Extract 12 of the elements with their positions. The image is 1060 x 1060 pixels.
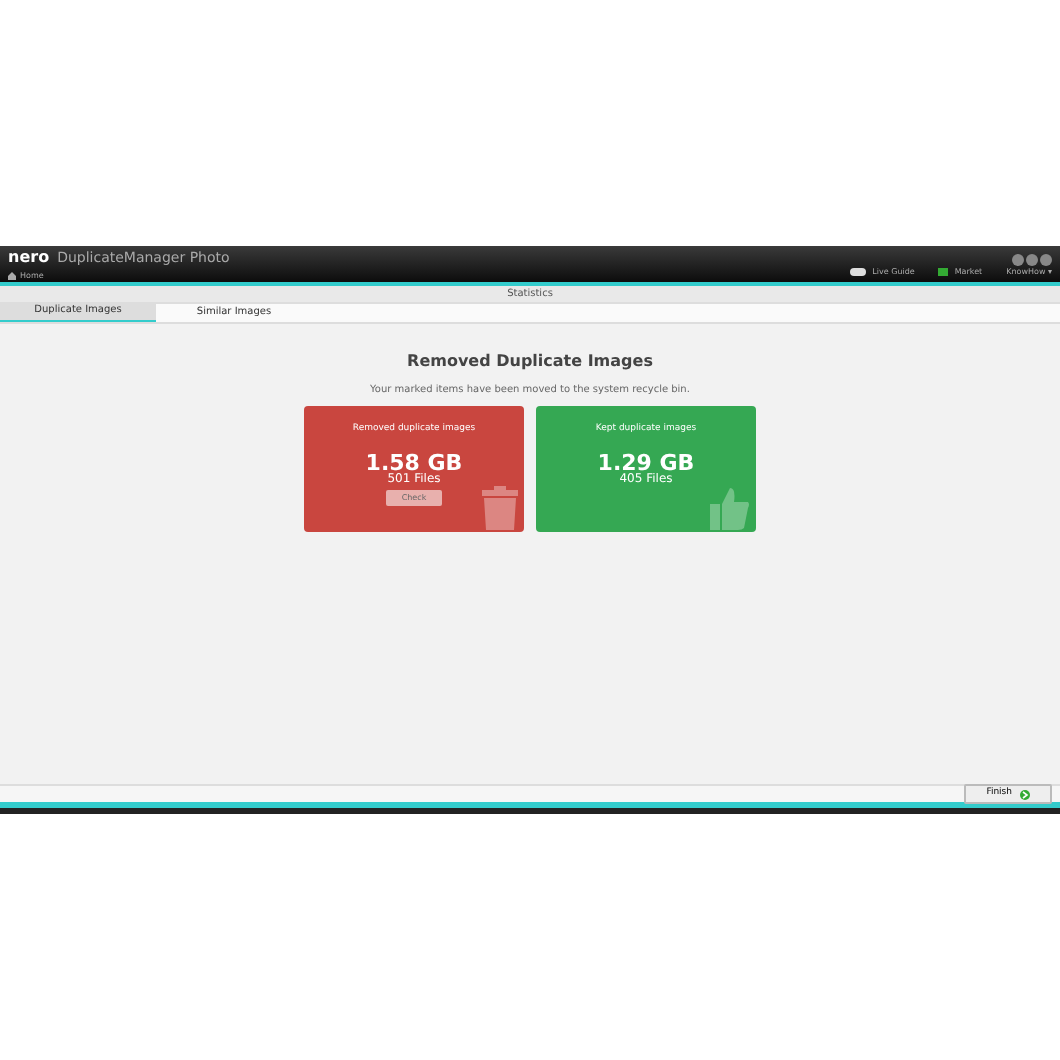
heading: Removed Duplicate Images <box>407 352 653 372</box>
toggle-switch[interactable] <box>850 268 867 276</box>
close-button[interactable] <box>1040 254 1052 266</box>
trash-icon <box>482 486 518 531</box>
home-icon[interactable] <box>8 272 16 280</box>
maximize-button[interactable] <box>1026 254 1038 266</box>
thumbs-up-icon <box>710 486 750 531</box>
app-logo: nero <box>8 246 50 270</box>
size-value: 1.58 GB <box>365 451 463 474</box>
arrow-icon <box>1020 789 1030 799</box>
minimize-button[interactable] <box>1012 254 1024 266</box>
size-value: 1.29 GB <box>597 451 695 474</box>
